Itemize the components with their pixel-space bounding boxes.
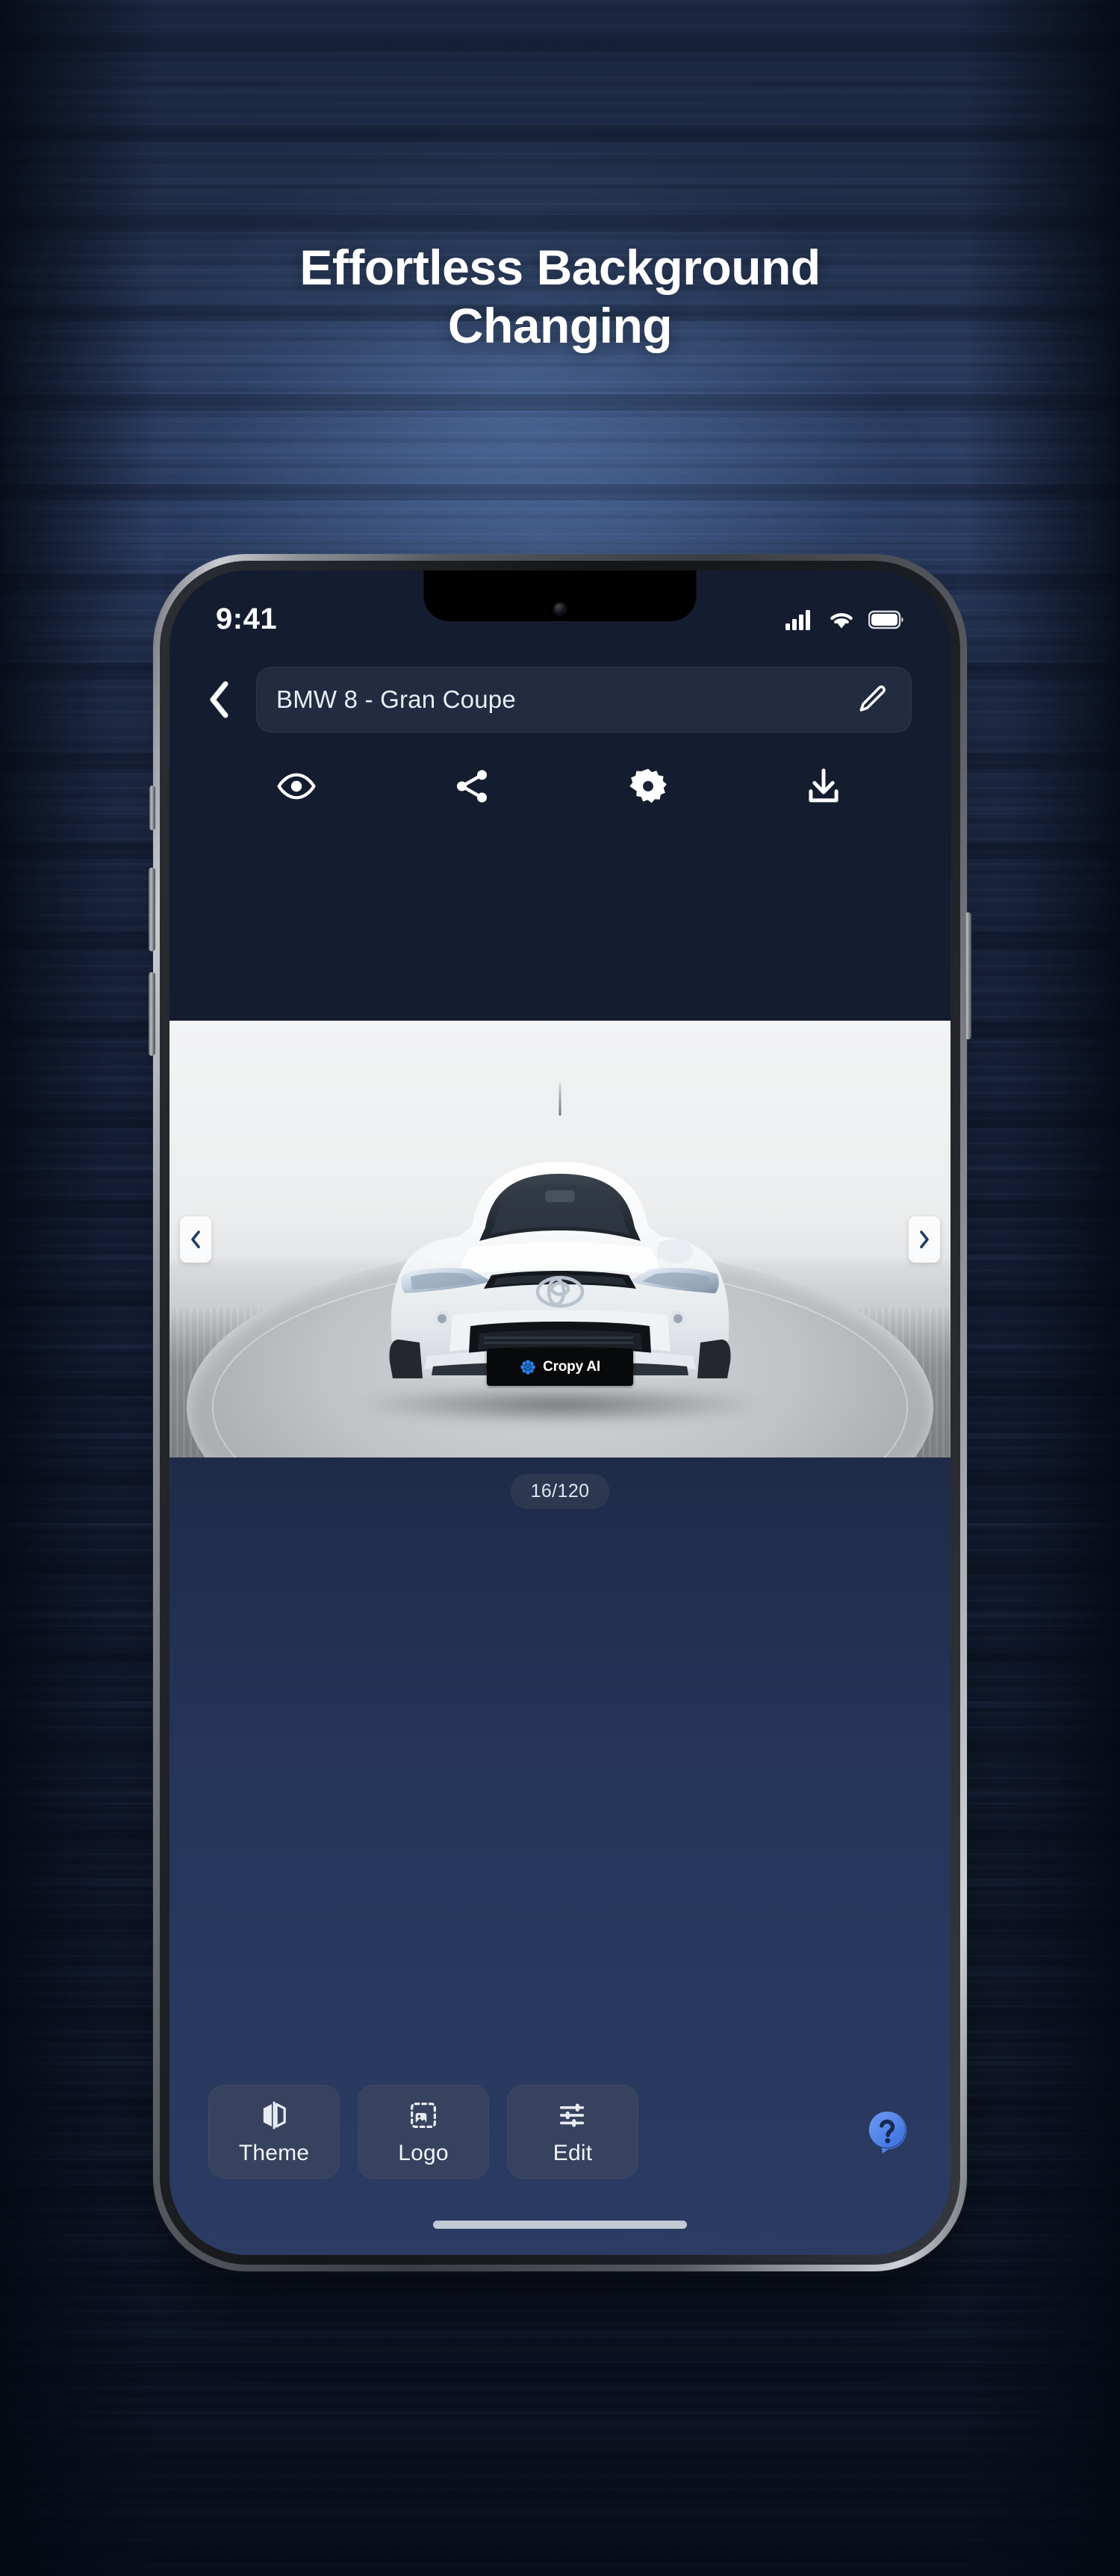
bottom-action-bar: Theme Logo Edit xyxy=(169,2085,951,2179)
action-toolbar xyxy=(169,732,951,815)
previous-frame-button[interactable] xyxy=(180,1216,211,1263)
eye-icon xyxy=(277,773,316,800)
app-screen: 9:41 BMW 8 - Gran Coupe Cropy AI 16/120 … xyxy=(169,570,951,2255)
vehicle-photo[interactable]: Cropy AI xyxy=(169,1021,951,1457)
theme-flip-icon xyxy=(263,2101,286,2129)
wifi-icon xyxy=(830,612,853,628)
pencil-icon xyxy=(859,685,886,712)
chevron-left-icon xyxy=(191,1230,200,1248)
cellular-signal-icon xyxy=(785,609,810,630)
chevron-right-icon xyxy=(920,1230,929,1248)
project-name-value[interactable]: BMW 8 - Gran Coupe xyxy=(276,685,853,714)
project-title-bar: BMW 8 - Gran Coupe xyxy=(169,649,951,732)
help-question-icon xyxy=(868,2112,907,2154)
chevron-left-icon xyxy=(210,681,228,718)
download-icon xyxy=(809,768,839,803)
phone-screen: 9:41 BMW 8 - Gran Coupe Cropy AI 16/120 … xyxy=(169,570,951,2255)
gear-icon xyxy=(629,768,667,803)
logo-button[interactable]: Logo xyxy=(358,2085,489,2179)
status-bar-clock: 9:41 xyxy=(216,603,278,635)
status-bar-indicators xyxy=(785,609,904,631)
home-indicator-area xyxy=(169,2221,951,2255)
share-icon xyxy=(457,770,488,803)
theme-button-label: Theme xyxy=(238,2140,310,2165)
share-button[interactable] xyxy=(444,758,500,815)
theme-button[interactable]: Theme xyxy=(208,2085,340,2179)
phone-silent-switch[interactable] xyxy=(149,785,155,830)
battery-icon xyxy=(868,610,903,629)
download-button[interactable] xyxy=(795,758,852,815)
headline-line-2: Changing xyxy=(447,297,673,353)
home-indicator[interactable] xyxy=(433,2221,687,2229)
car-antenna xyxy=(559,1083,561,1116)
edit-button[interactable]: Edit xyxy=(507,2085,638,2179)
frame-counter-badge: 16/120 xyxy=(510,1474,610,1509)
logo-button-label: Logo xyxy=(398,2140,449,2165)
page-title: Effortless Background Changing xyxy=(0,239,1120,355)
help-button[interactable] xyxy=(862,2107,912,2156)
front-camera-icon xyxy=(554,603,566,615)
phone-power-button[interactable] xyxy=(965,912,971,1039)
phone-mockup: 9:41 BMW 8 - Gran Coupe Cropy AI 16/120 … xyxy=(149,554,971,2271)
sliders-icon xyxy=(559,2103,585,2127)
project-name-field[interactable]: BMW 8 - Gran Coupe xyxy=(256,667,912,732)
edit-name-button[interactable] xyxy=(853,680,892,719)
phone-volume-down-button[interactable] xyxy=(149,972,155,1056)
settings-button[interactable] xyxy=(620,758,676,815)
image-viewer: Cropy AI 16/120 xyxy=(169,815,951,2085)
screenshot-root: Effortless Background Changing 9:41 BMW … xyxy=(0,0,1120,2576)
preview-button[interactable] xyxy=(268,758,325,815)
next-frame-button[interactable] xyxy=(909,1216,940,1263)
phone-volume-up-button[interactable] xyxy=(149,868,155,951)
plate-brand-text: Cropy AI xyxy=(543,1359,600,1375)
back-button[interactable] xyxy=(196,676,243,723)
license-plate-watermark: Cropy AI xyxy=(487,1348,633,1386)
cropy-ai-logo-icon xyxy=(520,1360,535,1375)
status-bar: 9:41 xyxy=(169,570,951,649)
headline-line-1: Effortless Background xyxy=(299,240,821,295)
edit-button-label: Edit xyxy=(553,2140,593,2165)
logo-frame-icon xyxy=(411,2102,436,2128)
